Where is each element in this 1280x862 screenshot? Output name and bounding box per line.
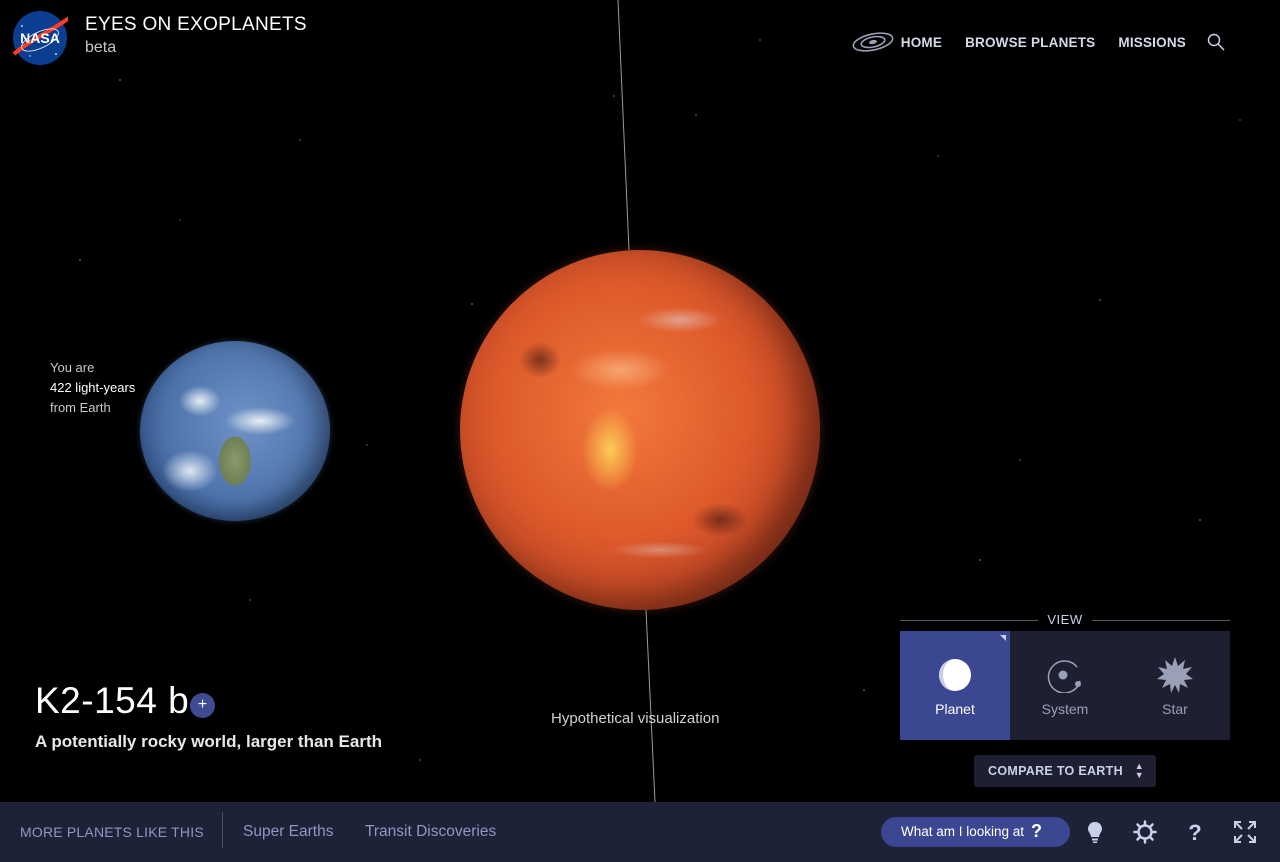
earth-globe[interactable]: [140, 341, 330, 521]
link-super-earths[interactable]: Super Earths: [243, 823, 333, 841]
view-option-label: System: [1041, 701, 1089, 717]
nav-home[interactable]: HOME: [901, 35, 942, 50]
selected-corner-icon: [1000, 635, 1006, 641]
view-option-star[interactable]: Star: [1120, 631, 1230, 740]
view-option-planet[interactable]: Planet: [900, 631, 1010, 740]
compare-label: COMPARE TO EARTH: [988, 764, 1123, 778]
app-title[interactable]: EYES ON EXOPLANETS: [85, 14, 307, 36]
star-icon: [1157, 657, 1193, 693]
distance-value: 422 light-years: [50, 380, 136, 395]
planet-name: K2-154 b: [35, 680, 190, 721]
distance-line-3: from Earth: [50, 400, 111, 415]
visualization-note: Hypothetical visualization: [551, 710, 720, 727]
planet-info-button[interactable]: +: [190, 693, 215, 718]
looking-label: What am I looking at: [901, 824, 1025, 839]
planet-icon: [939, 659, 971, 691]
divider: [222, 812, 223, 848]
what-am-i-looking-at-button[interactable]: What am I looking at ?: [881, 817, 1070, 847]
nav-missions[interactable]: MISSIONS: [1118, 35, 1186, 50]
logo-text: NASA: [20, 30, 60, 46]
top-nav: HOME BROWSE PLANETS MISSIONS: [851, 31, 1225, 53]
galaxy-icon: [852, 32, 894, 52]
exoplanet-globe[interactable]: [460, 250, 820, 610]
view-option-label: Star: [1162, 701, 1188, 717]
view-option-system[interactable]: System: [1010, 631, 1120, 740]
settings-icon[interactable]: [1133, 820, 1157, 844]
link-transit-discoveries[interactable]: Transit Discoveries: [365, 823, 496, 841]
planet-tagline: A potentially rocky world, larger than E…: [35, 732, 382, 751]
help-icon[interactable]: ?: [1183, 820, 1207, 844]
app-subtitle: beta: [85, 39, 117, 56]
question-icon: ?: [1031, 821, 1042, 841]
lightbulb-icon[interactable]: [1083, 820, 1107, 844]
distance-readout: You are 422 light-years from Earth: [50, 358, 135, 418]
svg-text:?: ?: [1188, 820, 1201, 844]
view-selector: Planet System Star: [900, 631, 1230, 740]
system-icon: [1047, 660, 1081, 693]
search-icon[interactable]: [1207, 33, 1225, 51]
nav-browse-planets[interactable]: BROWSE PLANETS: [965, 35, 1095, 50]
nasa-logo[interactable]: NASA: [10, 10, 74, 66]
compare-to-earth-button[interactable]: COMPARE TO EARTH ▲ ▼: [974, 755, 1156, 787]
distance-line-1: You are: [50, 360, 95, 375]
bottom-bar: MORE PLANETS LIKE THIS Super Earths Tran…: [0, 802, 1280, 862]
sort-arrows-icon: ▲ ▼: [1134, 761, 1144, 780]
more-planets-label: MORE PLANETS LIKE THIS: [20, 824, 204, 840]
fullscreen-icon[interactable]: [1233, 820, 1257, 844]
view-option-label: Planet: [935, 701, 975, 717]
view-label: VIEW: [900, 612, 1230, 627]
